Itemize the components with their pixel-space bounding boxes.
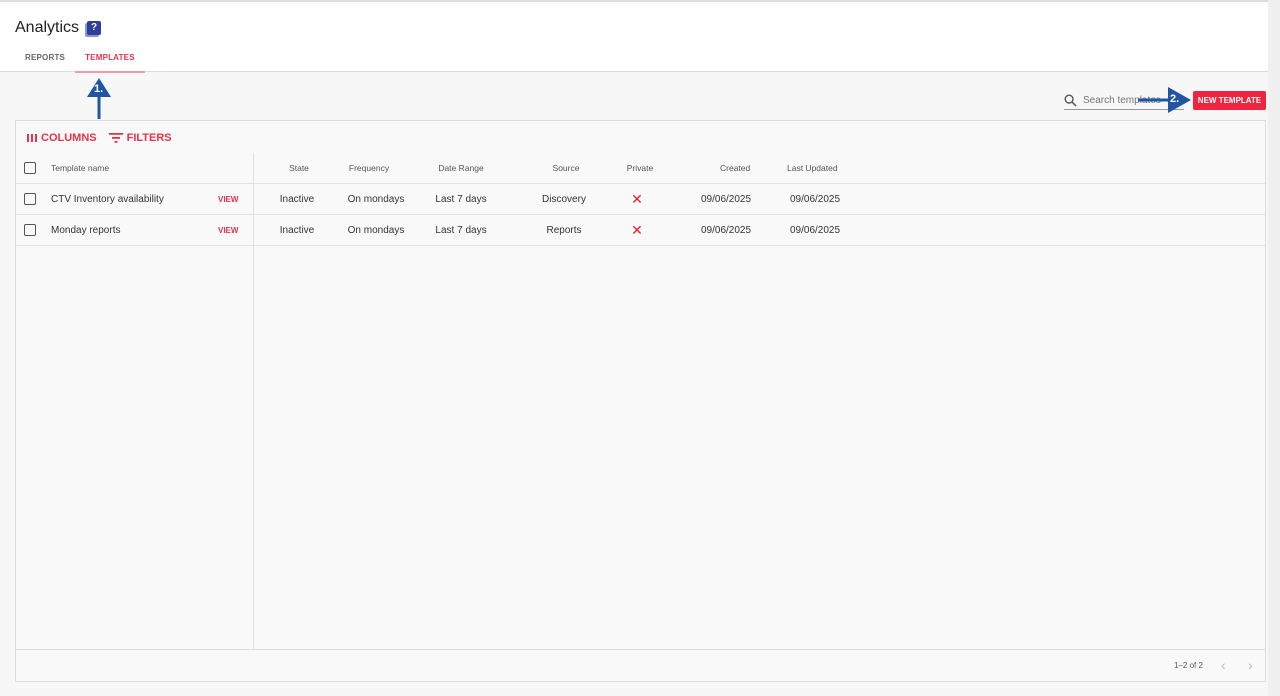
state: Inactive (279, 224, 315, 236)
source: Discovery (542, 193, 586, 205)
next-page-icon[interactable]: › (1248, 657, 1253, 673)
pagination-text: 1–2 of 2 (1174, 661, 1203, 670)
select-all-checkbox[interactable] (24, 162, 36, 174)
updated-date: 09/06/2025 (790, 224, 841, 236)
help-icon[interactable]: ? (87, 21, 102, 35)
columns-icon (27, 134, 37, 142)
col-state[interactable]: State (269, 153, 329, 183)
annotation-label-1: 1. (94, 83, 104, 95)
tab-templates[interactable]: TEMPLATES (75, 46, 145, 73)
col-frequency[interactable]: Frequency (339, 153, 399, 183)
frequency: On mondays (347, 224, 405, 236)
page-title: Analytics? (15, 19, 102, 37)
private-false-icon: ✕ (631, 190, 643, 207)
tab-reports[interactable]: REPORTS (15, 46, 75, 73)
header: Analytics? REPORTS TEMPLATES (0, 0, 1268, 73)
private-false-icon: ✕ (631, 221, 643, 238)
source: Reports (546, 224, 582, 236)
frequency: On mondays (347, 193, 405, 205)
prev-page-icon[interactable]: ‹ (1221, 657, 1226, 673)
search-icon (1064, 94, 1077, 107)
scrollbar[interactable] (1268, 0, 1280, 696)
col-created[interactable]: Created (720, 153, 750, 183)
filters-button[interactable]: FILTERS (108, 132, 172, 144)
state: Inactive (279, 193, 315, 205)
header-row: Template name State Frequency Date Range… (16, 153, 1265, 184)
annotation-label-2: 2. (1170, 93, 1180, 105)
templates-grid: COLUMNS FILTERS Template name State Freq… (15, 120, 1266, 682)
col-private[interactable]: Private (610, 153, 670, 183)
annotation-arrow-right (1138, 87, 1191, 113)
col-last-updated[interactable]: Last Updated (787, 153, 838, 183)
row-checkbox[interactable] (24, 193, 36, 205)
filter-icon (108, 133, 123, 143)
columns-button[interactable]: COLUMNS (27, 132, 97, 144)
table-row[interactable]: CTV Inventory availability VIEW Inactive… (16, 184, 1265, 215)
date-range: Last 7 days (435, 193, 487, 205)
col-date-range[interactable]: Date Range (426, 153, 496, 183)
created-date: 09/06/2025 (701, 193, 752, 205)
table-row[interactable]: Monday reports VIEW Inactive On mondays … (16, 215, 1265, 246)
view-link[interactable]: VIEW (218, 184, 238, 214)
pagination: 1–2 of 2 ‹ › (16, 649, 1265, 681)
row-checkbox[interactable] (24, 224, 36, 236)
updated-date: 09/06/2025 (790, 193, 841, 205)
template-name: Monday reports (51, 224, 121, 236)
date-range: Last 7 days (435, 224, 487, 236)
pinned-column-divider (253, 153, 254, 649)
col-source[interactable]: Source (536, 153, 596, 183)
col-template-name[interactable]: Template name (51, 153, 109, 183)
created-date: 09/06/2025 (701, 224, 752, 236)
view-link[interactable]: VIEW (218, 215, 238, 245)
template-name: CTV Inventory availability (51, 193, 164, 205)
new-template-button[interactable]: NEW TEMPLATE (1193, 91, 1266, 110)
